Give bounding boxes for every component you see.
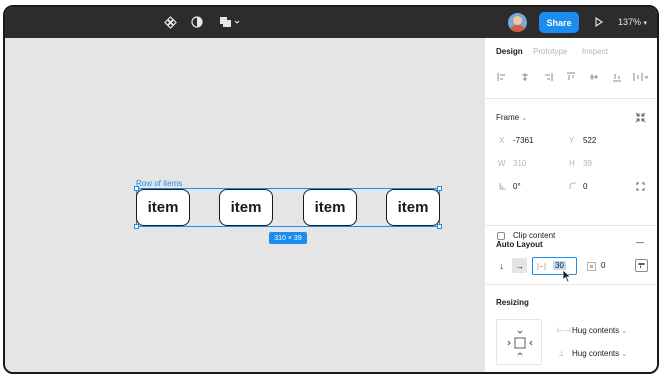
horizontal-resize-icon: ⊢⊣ — [557, 326, 571, 335]
section-divider — [485, 225, 657, 226]
toolbar: Share 137% ▾ — [5, 7, 657, 38]
clip-content-label: Clip content — [513, 231, 556, 240]
spacing-icon — [537, 262, 546, 271]
h-input[interactable]: 39 — [583, 159, 592, 168]
shapes-menu[interactable] — [217, 14, 243, 30]
w-input[interactable]: 310 — [513, 159, 526, 168]
chevron-down-icon: ⌄ — [621, 351, 628, 358]
share-button[interactable]: Share — [539, 12, 579, 33]
play-icon[interactable] — [591, 14, 607, 30]
direction-vertical-button[interactable]: ↓ — [494, 258, 509, 273]
avatar[interactable] — [508, 13, 527, 32]
tab-design[interactable]: Design — [496, 47, 523, 56]
divider — [485, 98, 657, 99]
horizontal-resizing-dropdown[interactable]: Hug contents ⌄ — [572, 326, 627, 335]
distribute-icon[interactable] — [632, 71, 650, 83]
component-icon[interactable] — [162, 14, 178, 30]
zoom-level[interactable]: 137% ▾ — [618, 17, 647, 27]
arrow-down-icon: ↓ — [499, 260, 504, 271]
chevron-down-icon: ⌄ — [521, 115, 528, 122]
auto-layout-divider — [485, 284, 657, 285]
align-right-icon[interactable] — [542, 71, 554, 83]
resizing-hug-icon — [507, 330, 533, 356]
item-box-1[interactable]: item — [136, 189, 190, 226]
align-left-icon[interactable] — [496, 71, 508, 83]
shapes-icon — [220, 17, 240, 27]
contrast-icon[interactable] — [189, 14, 205, 30]
arrow-right-icon: → — [515, 260, 524, 271]
resizing-preview[interactable] — [496, 319, 542, 365]
padding-icon — [586, 261, 596, 271]
dimensions-badge: 310 × 39 — [269, 232, 307, 244]
auto-layout-more-button[interactable]: — — [636, 238, 644, 247]
auto-layout-title: Auto Layout — [496, 240, 543, 249]
panel-tabs: Design Prototype Inspect — [485, 38, 657, 66]
item-box-2[interactable]: item — [219, 189, 273, 226]
rotation-input[interactable]: 0° — [513, 182, 521, 191]
direction-horizontal-button[interactable]: → — [512, 258, 527, 273]
rotation-icon — [498, 181, 507, 190]
x-label: X — [499, 136, 505, 145]
align-center-h-icon[interactable] — [519, 71, 531, 83]
vertical-resize-icon: ⊥ — [558, 349, 565, 358]
independent-corners-icon[interactable] — [635, 181, 645, 191]
align-bottom-icon[interactable] — [611, 71, 623, 83]
corner-radius-icon — [568, 181, 577, 190]
item-box-3[interactable]: item — [303, 189, 357, 226]
y-input[interactable]: 522 — [583, 136, 596, 145]
frame-label[interactable]: Row of items — [136, 179, 182, 188]
align-top-icon[interactable] — [565, 71, 577, 83]
padding-input[interactable]: 0 — [601, 261, 605, 270]
mouse-cursor-icon — [562, 269, 572, 283]
tab-prototype[interactable]: Prototype — [533, 47, 567, 56]
resize-handle-tr[interactable] — [437, 186, 442, 191]
chevron-down-icon: ▾ — [643, 20, 648, 27]
resize-handle-br[interactable] — [437, 224, 442, 229]
design-panel: Design Prototype Inspect Frame ⌄ X -7361… — [484, 38, 657, 372]
resizing-title: Resizing — [496, 298, 529, 307]
clip-content-checkbox[interactable] — [497, 232, 505, 240]
y-label: Y — [569, 136, 575, 145]
h-label: H — [569, 159, 575, 168]
x-input[interactable]: -7361 — [513, 136, 533, 145]
alignment-grid-button[interactable] — [635, 259, 648, 272]
alignment-grid-icon — [638, 263, 645, 268]
w-label: W — [498, 159, 506, 168]
chevron-down-icon: ⌄ — [621, 328, 628, 335]
collapse-icon[interactable] — [634, 111, 646, 123]
resize-handle-bl[interactable] — [134, 224, 139, 229]
align-center-v-icon[interactable] — [588, 71, 600, 83]
alignment-toolbar — [485, 68, 657, 88]
corner-radius-input[interactable]: 0 — [583, 182, 587, 191]
app-window: Share 137% ▾ Row of items item item item… — [3, 5, 659, 374]
item-box-4[interactable]: item — [386, 189, 440, 226]
frame-title[interactable]: Frame ⌄ — [496, 113, 527, 122]
canvas[interactable]: Row of items item item item item 310 × 3… — [5, 38, 484, 372]
tab-inspect[interactable]: Inspect — [582, 47, 608, 56]
vertical-resizing-dropdown[interactable]: Hug contents ⌄ — [572, 349, 627, 358]
